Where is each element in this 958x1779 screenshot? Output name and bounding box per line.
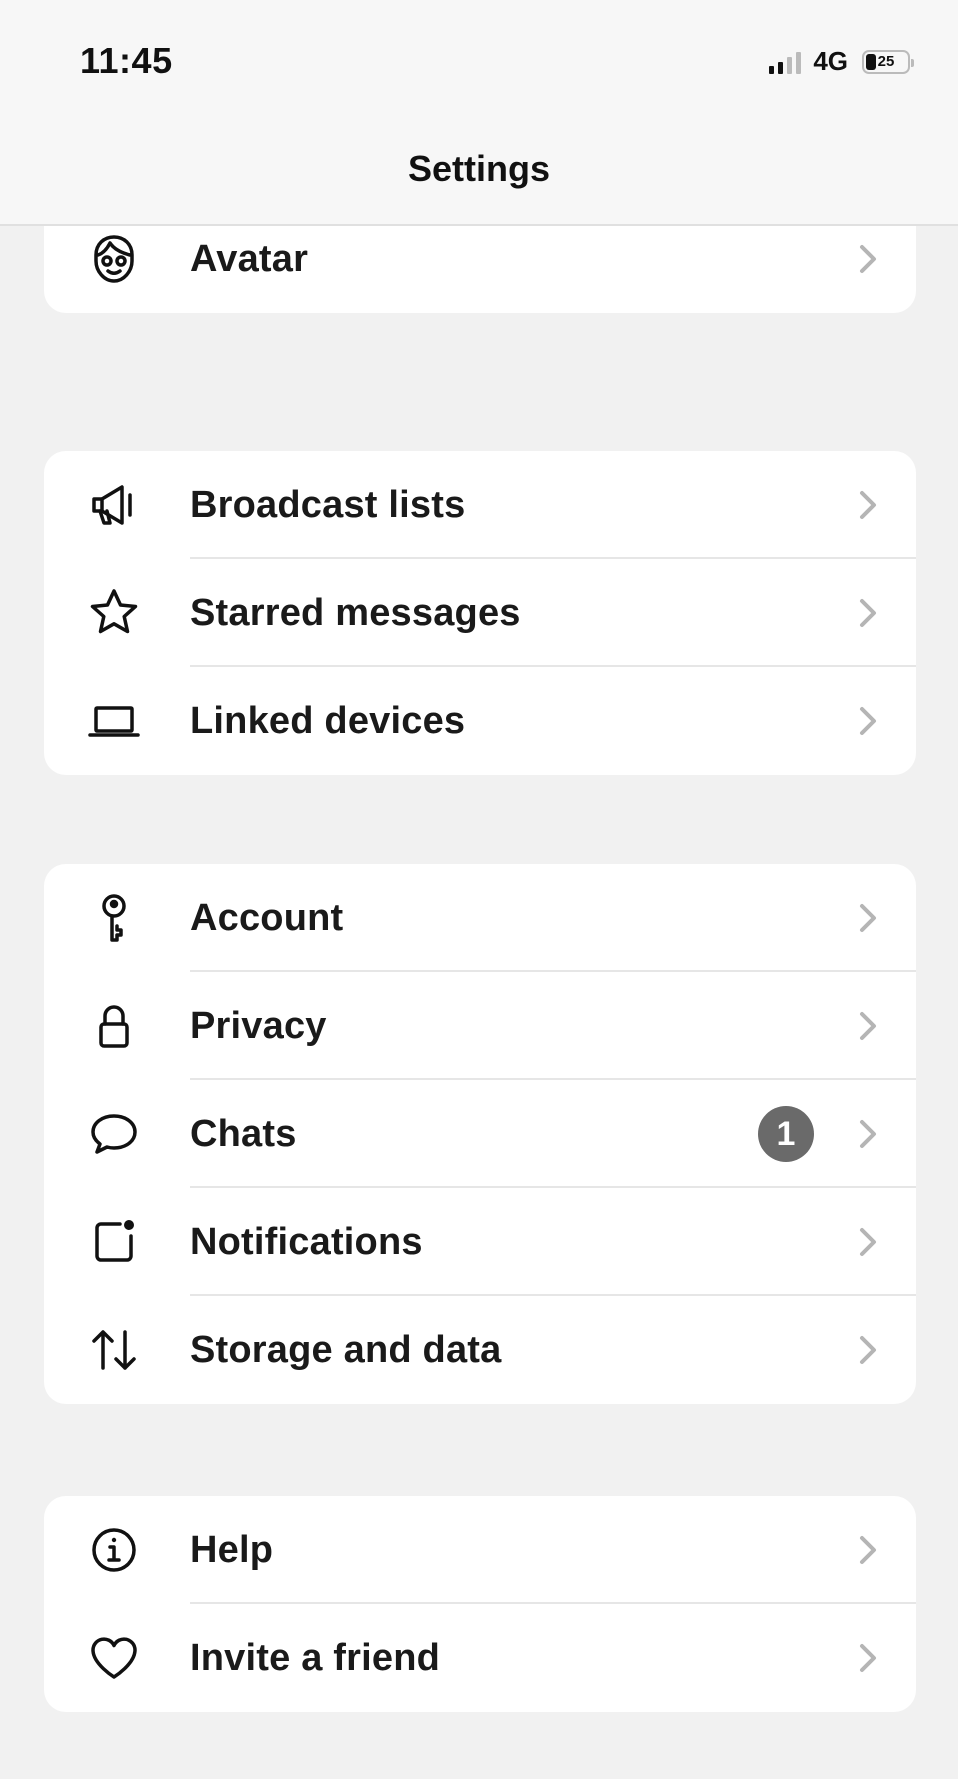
row-broadcast-lists[interactable]: Broadcast lists — [44, 451, 916, 559]
row-label: Account — [190, 896, 344, 939]
signal-icon — [769, 50, 802, 74]
chevron-right-icon — [856, 487, 880, 523]
chevron-right-icon — [856, 1224, 880, 1260]
network-type: 4G — [813, 46, 848, 76]
chevron-right-icon — [856, 1640, 880, 1676]
row-label: Starred messages — [190, 591, 521, 634]
info-icon — [86, 1522, 142, 1578]
megaphone-icon — [86, 477, 142, 533]
unread-badge: 1 — [758, 1106, 814, 1162]
row-label: Avatar — [190, 237, 309, 280]
row-privacy[interactable]: Privacy — [44, 972, 916, 1080]
row-invite-a-friend[interactable]: Invite a friend — [44, 1604, 916, 1712]
battery-icon: 25 — [862, 49, 914, 74]
status-indicators: 4G 25 — [769, 46, 914, 77]
chevron-right-icon — [856, 1008, 880, 1044]
row-storage-and-data[interactable]: Storage and data — [44, 1296, 916, 1404]
row-label: Broadcast lists — [190, 483, 466, 526]
notification-icon — [86, 1214, 142, 1270]
status-time: 11:45 — [80, 40, 173, 81]
key-icon — [86, 890, 142, 946]
settings-screen: 11:45 4G 25 Settings Avatar Broadcast li… — [0, 0, 958, 1779]
row-label: Chats — [190, 1112, 297, 1155]
arrows-up-down-icon — [86, 1322, 142, 1378]
page-title: Settings — [407, 148, 550, 189]
chevron-right-icon — [856, 1532, 880, 1568]
chevron-right-icon — [856, 1116, 880, 1152]
avatar-icon — [86, 231, 142, 287]
row-starred-messages[interactable]: Starred messages — [44, 559, 916, 667]
chevron-right-icon — [856, 241, 880, 277]
lock-icon — [86, 998, 142, 1054]
star-icon — [86, 585, 142, 641]
settings-group-messaging: Broadcast lists Starred messages Linked … — [44, 451, 916, 775]
chevron-right-icon — [856, 595, 880, 631]
row-linked-devices[interactable]: Linked devices — [44, 667, 916, 775]
chat-bubble-icon — [86, 1106, 142, 1162]
heart-icon — [86, 1630, 142, 1686]
row-help[interactable]: Help — [44, 1496, 916, 1604]
settings-group-account: Account Privacy Chats 1 Notifications St… — [44, 864, 916, 1404]
row-label: Storage and data — [190, 1328, 502, 1371]
settings-group-support: Help Invite a friend — [44, 1496, 916, 1712]
chevron-right-icon — [856, 900, 880, 936]
chevron-right-icon — [856, 1332, 880, 1368]
row-label: Invite a friend — [190, 1636, 441, 1679]
row-label: Notifications — [190, 1220, 423, 1263]
row-chats[interactable]: Chats 1 — [44, 1080, 916, 1188]
row-notifications[interactable]: Notifications — [44, 1188, 916, 1296]
row-label: Privacy — [190, 1004, 327, 1047]
battery-level: 25 — [877, 53, 895, 70]
chevron-right-icon — [856, 703, 880, 739]
row-label: Linked devices — [190, 699, 466, 742]
laptop-icon — [86, 693, 142, 749]
row-account[interactable]: Account — [44, 864, 916, 972]
navigation-bar: Settings — [0, 120, 958, 226]
row-label: Help — [190, 1528, 274, 1571]
status-bar: 11:45 4G 25 — [0, 0, 958, 120]
